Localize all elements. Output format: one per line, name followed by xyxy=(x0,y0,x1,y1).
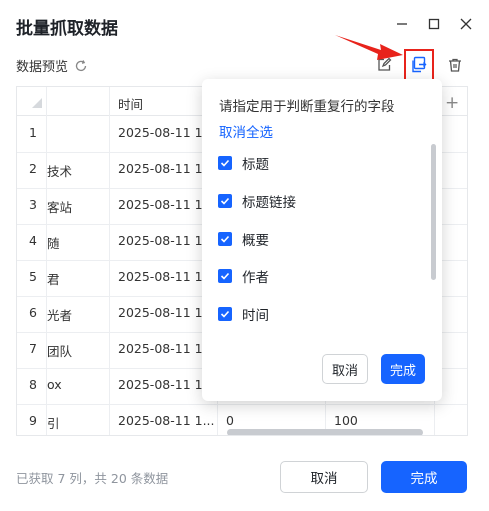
checkbox-checked-icon[interactable] xyxy=(218,156,232,170)
table-cell-time: 2025-08-11 1... xyxy=(118,269,215,284)
dedupe-field-popup: 请指定用于判断重复行的字段 取消全选 标题 标题链接 概要 作者 时间 取消 完… xyxy=(202,79,442,401)
table-cell-time: 2025-08-11 1... xyxy=(118,233,215,248)
checkbox-checked-icon[interactable] xyxy=(218,307,232,321)
row-index: 9 xyxy=(29,413,37,428)
popup-cancel-button[interactable]: 取消 xyxy=(322,354,368,384)
corner-icon xyxy=(32,98,42,108)
row-index: 1 xyxy=(29,125,37,140)
table-cell-time: 2025-08-11 1... xyxy=(118,377,215,392)
popup-confirm-button[interactable]: 完成 xyxy=(381,354,425,384)
table-cell: 100 xyxy=(334,413,358,428)
row-index: 3 xyxy=(29,197,37,212)
minimize-button[interactable] xyxy=(392,14,412,34)
table-cell-time: 2025-08-11 1... xyxy=(118,305,215,320)
maximize-button[interactable] xyxy=(424,14,444,34)
checkbox-checked-icon[interactable] xyxy=(218,269,232,283)
table-cell: 引 xyxy=(47,416,60,431)
preview-label: 数据预览 xyxy=(16,60,69,75)
delete-button[interactable] xyxy=(444,54,466,76)
table-cell: 君 xyxy=(47,272,60,287)
row-index: 4 xyxy=(29,233,37,248)
row-index: 8 xyxy=(29,377,37,392)
table-cell-time: 2025-08-11 1... xyxy=(118,161,215,176)
close-button[interactable] xyxy=(456,14,476,34)
field-checkbox-summary[interactable]: 概要 xyxy=(218,229,269,249)
horizontal-scrollbar[interactable] xyxy=(227,429,423,435)
field-label: 标题链接 xyxy=(242,195,296,211)
edit-icon xyxy=(378,57,392,71)
minimize-icon xyxy=(397,23,407,25)
row-index: 7 xyxy=(29,341,37,356)
maximize-icon xyxy=(428,18,440,30)
column-header-time[interactable]: 时间 xyxy=(118,94,143,113)
table-cell-time: 2025-08-11 1... xyxy=(118,413,215,428)
table-cell-time: 2025-08-11 1... xyxy=(118,125,215,140)
refresh-icon[interactable] xyxy=(74,59,88,73)
table-cell-time: 2025-08-11 1... xyxy=(118,341,215,356)
table-cell: ox xyxy=(47,377,62,392)
table-cell: 0 xyxy=(226,413,234,428)
deselect-all-link[interactable]: 取消全选 xyxy=(219,121,273,141)
popup-title: 请指定用于判断重复行的字段 xyxy=(219,99,395,115)
table-cell: 技术 xyxy=(47,164,73,179)
field-checkbox-author[interactable]: 作者 xyxy=(218,266,269,286)
checkbox-checked-icon[interactable] xyxy=(218,194,232,208)
checkbox-checked-icon[interactable] xyxy=(218,232,232,246)
trash-icon xyxy=(449,58,461,72)
batch-scrape-dialog: 批量抓取数据 数据预览 时间 + 1 2025-08-11 1... 2 技术 … xyxy=(0,0,489,511)
row-index: 5 xyxy=(29,269,37,284)
confirm-button[interactable]: 完成 xyxy=(381,461,467,493)
table-cell: 光者 xyxy=(47,308,73,323)
table-cell: 随 xyxy=(47,236,60,251)
field-checkbox-title-link[interactable]: 标题链接 xyxy=(218,191,296,211)
edit-button[interactable] xyxy=(373,54,395,76)
row-index: 6 xyxy=(29,305,37,320)
field-checkbox-title[interactable]: 标题 xyxy=(218,153,269,173)
table-cell: 客站 xyxy=(47,200,73,215)
field-label: 作者 xyxy=(242,270,269,286)
status-text: 已获取 7 列，共 20 条数据 xyxy=(16,471,169,486)
preview-header: 数据预览 xyxy=(16,56,88,75)
table-cell-time: 2025-08-11 1... xyxy=(118,197,215,212)
row-index: 2 xyxy=(29,161,37,176)
add-column-icon[interactable]: + xyxy=(445,93,459,113)
close-icon xyxy=(460,18,472,30)
field-label: 标题 xyxy=(242,157,269,173)
field-label: 概要 xyxy=(242,233,269,249)
cancel-button[interactable]: 取消 xyxy=(280,461,368,493)
popup-scrollbar[interactable] xyxy=(431,144,436,280)
dialog-title: 批量抓取数据 xyxy=(16,19,118,39)
highlight-box xyxy=(404,49,434,82)
table-cell: 团队 xyxy=(47,344,73,359)
field-label: 时间 xyxy=(242,308,269,324)
field-checkbox-time[interactable]: 时间 xyxy=(218,304,269,324)
